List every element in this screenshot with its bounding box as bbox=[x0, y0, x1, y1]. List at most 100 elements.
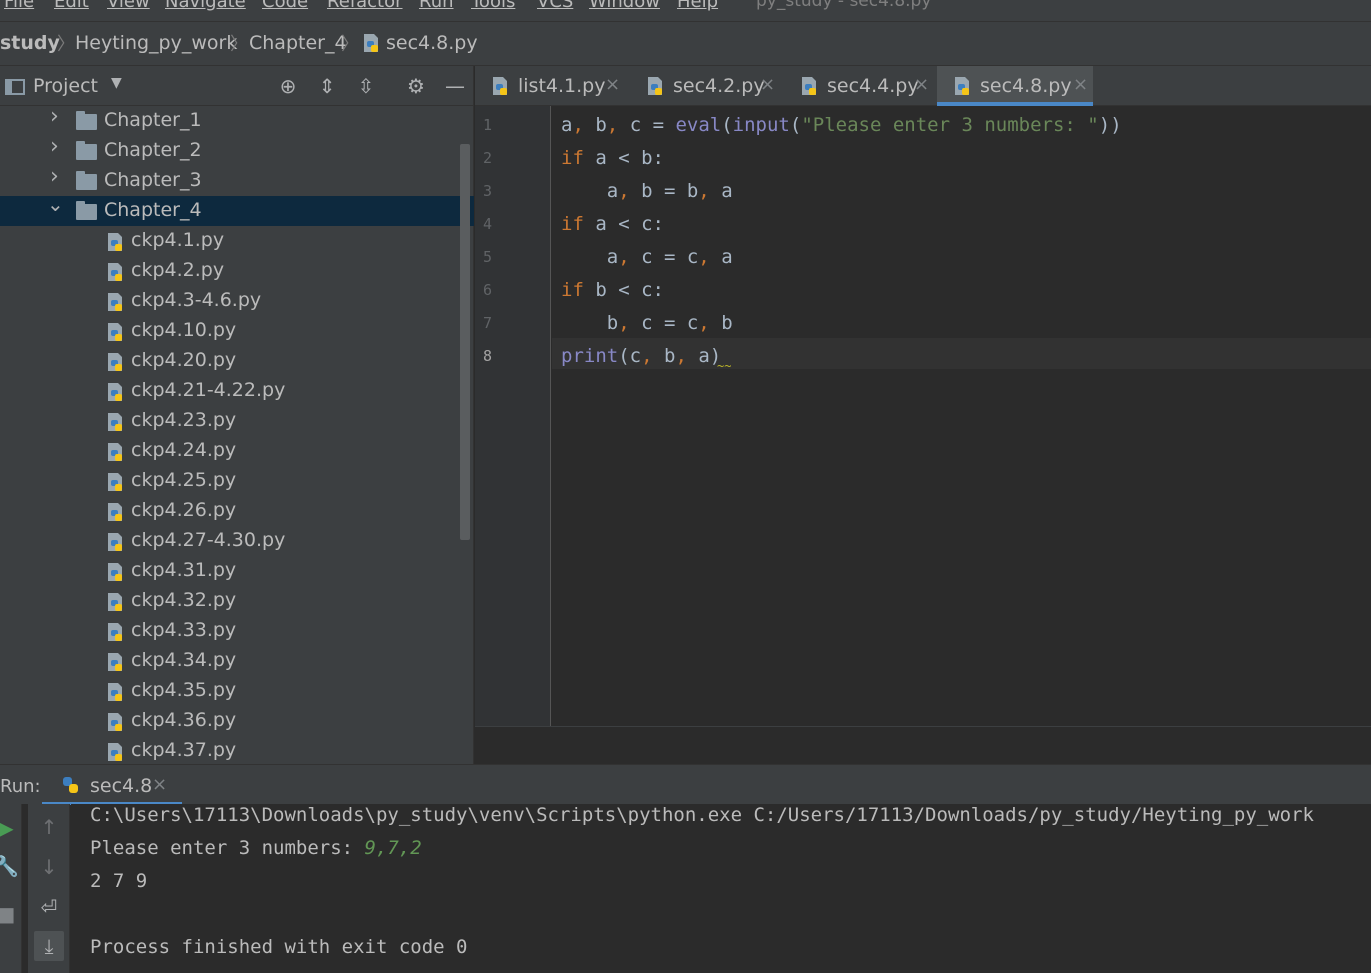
close-icon[interactable]: × bbox=[760, 74, 775, 95]
code-token: , bbox=[618, 180, 642, 202]
tree-folder-item[interactable]: › Chapter_1 bbox=[0, 106, 474, 136]
rerun-icon[interactable]: ▶ bbox=[0, 816, 18, 840]
code-line: print(c, b, a) bbox=[561, 345, 721, 367]
line-number: 2 bbox=[483, 149, 493, 167]
editor-tab[interactable]: sec4.8.py × bbox=[937, 66, 1093, 106]
tree-file-item[interactable]: ckp4.21-4.22.py bbox=[0, 376, 474, 406]
chevron-right-icon[interactable]: › bbox=[50, 134, 68, 159]
menu-code[interactable]: Code bbox=[262, 0, 308, 12]
breadcrumb-project[interactable]: study bbox=[0, 32, 60, 54]
gear-icon[interactable]: ⚙ bbox=[404, 74, 428, 98]
console-exit-message: Process finished with exit code 0 bbox=[90, 936, 468, 958]
tree-file-item[interactable]: ckp4.20.py bbox=[0, 346, 474, 376]
editor-tab[interactable]: list4.1.py × bbox=[475, 66, 625, 106]
tree-file-item[interactable]: ckp4.35.py bbox=[0, 676, 474, 706]
code-editor[interactable]: 12345678 a, b, c = eval(input("Please en… bbox=[475, 106, 1371, 726]
tree-file-item[interactable]: ckp4.3-4.6.py bbox=[0, 286, 474, 316]
tree-item-label: Chapter_2 bbox=[104, 139, 202, 161]
code-token: b bbox=[561, 312, 619, 334]
breadcrumb-folder[interactable]: Heyting_py_work bbox=[75, 32, 237, 54]
menu-view[interactable]: View bbox=[107, 0, 150, 12]
tree-item-label: ckp4.2.py bbox=[131, 259, 225, 281]
tree-item-label: ckp4.24.py bbox=[131, 439, 237, 461]
tree-file-item[interactable]: ckp4.2.py bbox=[0, 256, 474, 286]
tree-file-item[interactable]: ckp4.27-4.30.py bbox=[0, 526, 474, 556]
tree-file-item[interactable]: ckp4.33.py bbox=[0, 616, 474, 646]
python-file-icon bbox=[108, 623, 122, 641]
project-panel-title[interactable]: Project bbox=[33, 75, 98, 97]
tree-file-item[interactable]: ckp4.25.py bbox=[0, 466, 474, 496]
menu-file[interactable]: File bbox=[4, 0, 34, 12]
code-line: if b < c: bbox=[561, 279, 664, 301]
tree-folder-item[interactable]: › Chapter_3 bbox=[0, 164, 474, 196]
menu-run[interactable]: Run bbox=[419, 0, 454, 12]
project-tree: › Chapter_1 › Chapter_2 › Chapter_3 ⌄ Chapter_4… bbox=[0, 106, 474, 764]
breadcrumb-file[interactable]: sec4.8.py bbox=[386, 32, 478, 54]
tree-item-label: ckp4.35.py bbox=[131, 679, 237, 701]
tree-folder-item[interactable]: › Chapter_2 bbox=[0, 134, 474, 166]
tree-file-item[interactable]: ckp4.32.py bbox=[0, 586, 474, 616]
arrow-down-icon[interactable]: ↓ bbox=[37, 855, 61, 879]
tree-file-item[interactable]: ckp4.1.py bbox=[0, 226, 474, 256]
breadcrumb-separator-icon: 〉 bbox=[341, 34, 359, 55]
tree-item-label: ckp4.25.py bbox=[131, 469, 237, 491]
stop-icon[interactable]: ■ bbox=[0, 902, 18, 926]
tree-file-item[interactable]: ckp4.23.py bbox=[0, 406, 474, 436]
locate-file-icon[interactable]: ⊕ bbox=[276, 74, 300, 98]
chevron-down-icon[interactable]: ⌄ bbox=[47, 192, 65, 216]
collapse-all-icon[interactable]: ⇳ bbox=[354, 74, 378, 98]
tree-file-item[interactable]: ckp4.24.py bbox=[0, 436, 474, 466]
tree-folder-item[interactable]: ⌄ Chapter_4 bbox=[0, 192, 474, 226]
run-panel-title: Run: bbox=[0, 776, 41, 797]
tree-scrollbar[interactable] bbox=[460, 144, 470, 540]
chevron-down-icon[interactable]: ▼ bbox=[111, 75, 122, 91]
scroll-to-end-icon[interactable]: ⤓ bbox=[34, 931, 64, 961]
python-file-icon bbox=[108, 563, 122, 581]
minimize-icon[interactable]: — bbox=[443, 74, 467, 98]
tree-item-label: ckp4.21-4.22.py bbox=[131, 379, 286, 401]
expand-all-icon[interactable]: ⇕ bbox=[315, 74, 339, 98]
editor-tab[interactable]: sec4.2.py × bbox=[630, 66, 780, 106]
run-config-tab[interactable]: sec4.8 × bbox=[42, 765, 182, 805]
tree-file-item[interactable]: ckp4.31.py bbox=[0, 556, 474, 586]
menu-edit[interactable]: Edit bbox=[54, 0, 89, 12]
tree-file-item[interactable]: ckp4.36.py bbox=[0, 706, 474, 736]
code-token: , bbox=[698, 312, 722, 334]
menu-tools[interactable]: Tools bbox=[471, 0, 515, 12]
python-file-icon bbox=[493, 77, 507, 95]
tree-item-label: Chapter_4 bbox=[104, 199, 202, 221]
close-icon[interactable]: × bbox=[605, 74, 620, 95]
chevron-right-icon[interactable]: › bbox=[50, 106, 68, 129]
menu-window[interactable]: Window bbox=[589, 0, 660, 12]
menu-vcs[interactable]: VCS bbox=[537, 0, 573, 12]
menu-navigate[interactable]: Navigate bbox=[165, 0, 246, 12]
window-title: py_study - sec4.8.py bbox=[756, 0, 932, 11]
wrench-icon[interactable]: 🔧 bbox=[0, 854, 19, 878]
folder-icon bbox=[76, 171, 97, 190]
menu-help[interactable]: Help bbox=[677, 0, 718, 12]
soft-wrap-icon[interactable]: ⏎ bbox=[37, 895, 61, 919]
editor-footer bbox=[475, 726, 1371, 764]
close-icon[interactable]: × bbox=[152, 774, 167, 795]
python-file-icon bbox=[108, 413, 122, 431]
tree-file-item[interactable]: ckp4.34.py bbox=[0, 646, 474, 676]
tree-item-label: ckp4.3-4.6.py bbox=[131, 289, 262, 311]
code-token: c = c bbox=[641, 312, 699, 334]
menu-refactor[interactable]: Refactor bbox=[327, 0, 403, 12]
python-file-icon bbox=[108, 383, 122, 401]
chevron-right-icon[interactable]: › bbox=[50, 164, 68, 189]
code-token: a bbox=[561, 114, 573, 136]
tree-file-item[interactable]: ckp4.26.py bbox=[0, 496, 474, 526]
run-tab-label: sec4.8 bbox=[90, 775, 153, 797]
arrow-up-icon[interactable]: ↑ bbox=[37, 815, 61, 839]
close-icon[interactable]: × bbox=[1073, 74, 1088, 95]
editor-tab[interactable]: sec4.4.py × bbox=[784, 66, 934, 106]
close-icon[interactable]: × bbox=[914, 74, 929, 95]
tree-file-item[interactable]: ckp4.10.py bbox=[0, 316, 474, 346]
editor-tab-bar: list4.1.py × sec4.2.py × sec4.4.py × sec4.8.py… bbox=[475, 66, 1371, 106]
tree-file-item[interactable]: ckp4.37.py bbox=[0, 736, 474, 764]
breadcrumb-chapter[interactable]: Chapter_4 bbox=[249, 32, 347, 54]
breadcrumb-separator-icon: 〉 bbox=[230, 34, 248, 55]
code-token: , bbox=[618, 312, 642, 334]
run-console[interactable]: C:\Users\17113\Downloads\py_study\venv\S… bbox=[71, 804, 1371, 973]
